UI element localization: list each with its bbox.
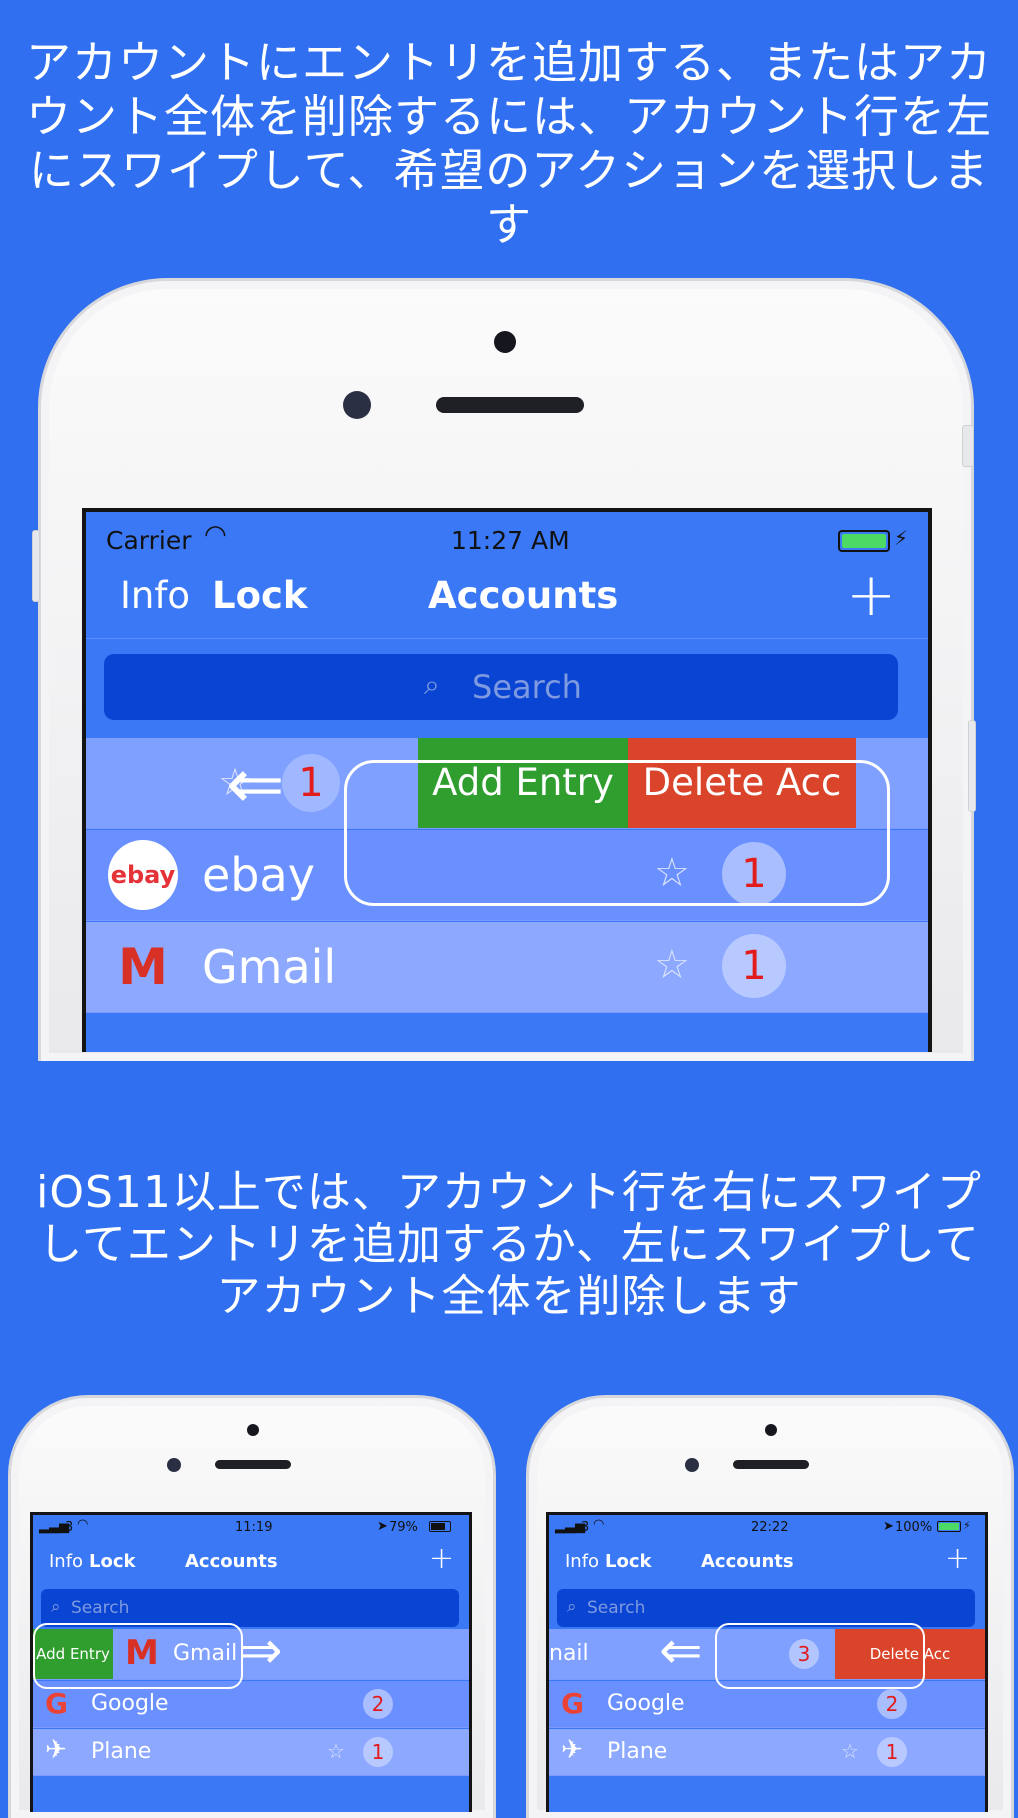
search-input[interactable]: ⌕ Search <box>557 1589 975 1627</box>
swipe-left-arrow-icon: ⇐ <box>659 1621 703 1681</box>
search-placeholder: Search <box>587 1598 646 1618</box>
info-button[interactable]: Info <box>565 1551 599 1572</box>
swipe-right-arrow-icon: ⇒ <box>239 1621 283 1681</box>
wifi-icon: ◠ <box>593 1517 605 1532</box>
front-sensor <box>765 1424 777 1436</box>
front-sensor <box>494 331 516 353</box>
side-button-top <box>962 425 974 467</box>
carrier-label: 3 <box>65 1520 74 1535</box>
battery-percent: 79% <box>389 1520 418 1535</box>
location-icon: ➤ <box>377 1519 388 1534</box>
add-account-button[interactable]: + <box>846 560 896 630</box>
search-icon: ⌕ <box>567 1597 577 1617</box>
search-input[interactable]: ⌕ Search <box>104 654 898 720</box>
plane-icon: ✈ <box>45 1735 67 1765</box>
favorite-star-icon[interactable]: ☆ <box>841 1739 859 1763</box>
status-bar: ▂▃▅ 3 ◠ 11:19 ➤ 79% <box>33 1515 469 1539</box>
favorite-star-icon[interactable]: ☆ <box>654 942 690 988</box>
page-title: Accounts <box>428 574 619 617</box>
nav-bar: Info Lock Accounts + <box>33 1539 469 1585</box>
account-name: Google <box>607 1691 685 1716</box>
count-badge: 1 <box>363 1737 393 1767</box>
caption-middle: iOS11以上では、アカウント行を右にスワイプしてエントリを追加するか、左にスワ… <box>36 1167 982 1322</box>
side-button-left <box>32 530 40 602</box>
add-account-button[interactable]: + <box>429 1541 454 1576</box>
count-badge: 2 <box>877 1689 907 1719</box>
plane-icon: ✈ <box>561 1735 583 1765</box>
info-button[interactable]: Info <box>49 1551 83 1572</box>
account-name: Google <box>91 1691 169 1716</box>
wifi-icon: ◠ <box>77 1517 89 1532</box>
wifi-icon: ◠ <box>204 520 227 550</box>
status-bar: Carrier ◠ 11:27 AM ⚡ <box>86 512 928 556</box>
swipe-highlight-outline <box>344 760 890 906</box>
info-button[interactable]: Info <box>120 574 190 617</box>
lock-button[interactable]: Lock <box>89 1551 135 1572</box>
swipe-left-arrow-icon: ⇐ <box>226 743 285 825</box>
count-badge: 1 <box>877 1737 907 1767</box>
screen-left: ▂▃▅ 3 ◠ 11:19 ➤ 79% Info Lock Accounts +… <box>30 1512 472 1812</box>
front-camera <box>343 391 371 419</box>
caption-top: アカウントにエントリを追加する、またはアカウント全体を削除するには、アカウント行… <box>25 36 992 251</box>
nav-bar: Info Lock Accounts + <box>86 556 928 639</box>
lock-button[interactable]: Lock <box>212 574 308 617</box>
status-time: 11:27 AM <box>451 526 570 555</box>
status-time: 22:22 <box>751 1520 789 1535</box>
earpiece-speaker <box>733 1460 809 1469</box>
table-row[interactable]: M Gmail ☆ 1 <box>86 922 928 1013</box>
table-row[interactable]: ✈ Plane ☆ 1 <box>33 1729 469 1776</box>
earpiece-speaker <box>436 397 584 413</box>
battery-icon <box>937 1521 961 1532</box>
table-row[interactable]: ✈ Plane ☆ 1 <box>549 1729 985 1776</box>
location-icon: ➤ <box>883 1519 894 1534</box>
charging-icon: ⚡ <box>894 526 909 550</box>
battery-icon <box>838 530 890 552</box>
battery-icon <box>429 1521 451 1532</box>
front-camera <box>685 1458 699 1472</box>
account-name: nail <box>549 1641 589 1666</box>
add-account-button[interactable]: + <box>945 1541 970 1576</box>
account-name: Plane <box>91 1739 152 1764</box>
gmail-logo-icon: M <box>118 938 168 996</box>
search-icon: ⌕ <box>51 1597 61 1617</box>
carrier-label: 3 <box>581 1520 590 1535</box>
count-badge: 1 <box>282 754 340 812</box>
battery-percent: 100% <box>895 1520 933 1535</box>
page-title: Accounts <box>701 1551 794 1572</box>
account-name: Gmail <box>202 940 337 994</box>
account-name: ebay <box>202 848 315 902</box>
account-name: Plane <box>607 1739 668 1764</box>
swipe-highlight-outline <box>715 1623 925 1689</box>
front-sensor <box>247 1424 259 1436</box>
page-title: Accounts <box>185 1551 278 1572</box>
front-camera <box>167 1458 181 1472</box>
side-button-right <box>968 720 976 812</box>
search-placeholder: Search <box>472 668 582 706</box>
carrier-label: Carrier <box>106 526 192 555</box>
screen-main: Carrier ◠ 11:27 AM ⚡ Info Lock Accounts … <box>82 508 932 1052</box>
earpiece-speaker <box>215 1460 291 1469</box>
lock-button[interactable]: Lock <box>605 1551 651 1572</box>
google-logo-icon: G <box>45 1687 68 1720</box>
status-bar: ▂▃▅ 3 ◠ 22:22 ➤ 100% ⚡ <box>549 1515 985 1539</box>
ebay-logo-icon: ebay <box>108 840 178 910</box>
count-badge: 2 <box>363 1689 393 1719</box>
status-time: 11:19 <box>235 1520 273 1535</box>
search-icon: ⌕ <box>424 668 440 701</box>
search-placeholder: Search <box>71 1598 130 1618</box>
count-badge: 1 <box>722 934 786 998</box>
swipe-highlight-outline <box>33 1623 243 1689</box>
nav-bar: Info Lock Accounts + <box>549 1539 985 1585</box>
favorite-star-icon[interactable]: ☆ <box>327 1739 345 1763</box>
charging-icon: ⚡ <box>963 1519 971 1532</box>
screen-right: ▂▃▅ 3 ◠ 22:22 ➤ 100% ⚡ Info Lock Account… <box>546 1512 988 1812</box>
google-logo-icon: G <box>561 1687 584 1720</box>
